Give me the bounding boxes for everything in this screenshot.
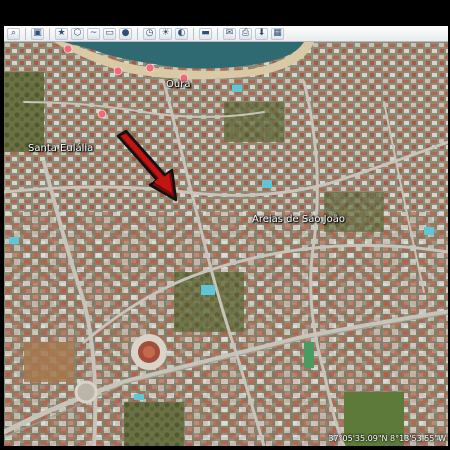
historical-imagery-icon: ◷ (145, 28, 154, 38)
print-icon: ⎙ (241, 28, 250, 38)
pool (232, 85, 242, 92)
search-icon: ⌕ (10, 28, 17, 38)
view-in-maps-button[interactable]: ▦ (271, 27, 284, 40)
toolbar-separator (25, 27, 26, 40)
email-button[interactable]: ✉ (223, 27, 236, 40)
sunlight-button[interactable]: ☀ (159, 27, 172, 40)
pool (424, 227, 434, 235)
toolbar: ⌕ ▣ ★ ⬡ ~ ▭ ● ◷ ☀ ◐ ▬ ✉ ⎙ ⬇ ▦ (4, 26, 448, 42)
add-polygon-button[interactable]: ⬡ (71, 27, 84, 40)
pool (9, 237, 19, 244)
pool (134, 394, 144, 400)
view-in-maps-icon: ▦ (273, 28, 282, 38)
window-bottom-edge (0, 446, 450, 450)
record-tour-icon: ● (121, 28, 130, 38)
google-earth-window: ⌕ ▣ ★ ⬡ ~ ▭ ● ◷ ☀ ◐ ▬ ✉ ⎙ ⬇ ▦ Oura Santa… (0, 0, 450, 450)
place-label-oura: Oura (166, 79, 191, 90)
bullring (131, 334, 167, 370)
sunlight-icon: ☀ (161, 28, 170, 38)
sidebar-toggle-button[interactable]: ▣ (31, 27, 44, 40)
sidebar-icon: ▣ (33, 28, 42, 38)
print-button[interactable]: ⎙ (239, 27, 252, 40)
save-image-icon: ⬇ (257, 28, 266, 38)
save-image-button[interactable]: ⬇ (255, 27, 268, 40)
satellite-map-view[interactable]: Oura Santa Eulália Areias de São João 37… (4, 42, 448, 446)
toolbar-separator (217, 27, 218, 40)
coordinates-readout: 37°05'35.09"N 8°13'53.55"W (328, 434, 446, 443)
satellite-imagery (4, 42, 448, 446)
place-label-areias-de-sao-joao: Areias de São João (252, 214, 345, 225)
toolbar-separator (193, 27, 194, 40)
add-polygon-icon: ⬡ (73, 28, 82, 38)
ruler-button[interactable]: ▬ (199, 27, 212, 40)
add-overlay-icon: ▭ (105, 28, 114, 38)
pool (262, 180, 272, 188)
title-bar (0, 0, 450, 26)
toolbar-separator (137, 27, 138, 40)
place-label-santa-eulalia: Santa Eulália (28, 143, 94, 154)
email-icon: ✉ (225, 28, 234, 38)
toolbar-separator (49, 27, 50, 40)
roundabout (74, 380, 98, 404)
record-tour-button[interactable]: ● (119, 27, 132, 40)
add-placemark-icon: ★ (57, 28, 66, 38)
add-path-icon: ~ (89, 28, 98, 38)
search-button[interactable]: ⌕ (7, 27, 20, 40)
add-placemark-button[interactable]: ★ (55, 27, 68, 40)
add-path-button[interactable]: ~ (87, 27, 100, 40)
historical-imagery-button[interactable]: ◷ (143, 27, 156, 40)
planets-button[interactable]: ◐ (175, 27, 188, 40)
pool (201, 285, 215, 295)
sports-field (304, 342, 314, 368)
add-overlay-button[interactable]: ▭ (103, 27, 116, 40)
planets-icon: ◐ (177, 28, 186, 38)
ruler-icon: ▬ (201, 28, 210, 38)
